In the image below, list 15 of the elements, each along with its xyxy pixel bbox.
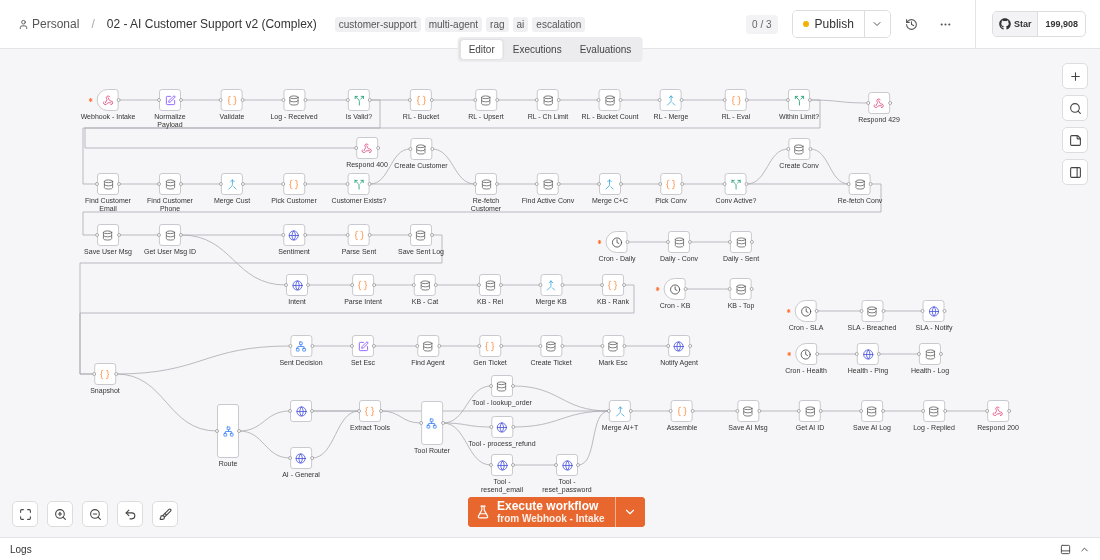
tag[interactable]: ai (512, 16, 529, 32)
view-tab[interactable]: Evaluations (571, 40, 640, 59)
view-tab[interactable]: Editor (460, 40, 503, 59)
breadcrumb-separator: / (91, 17, 95, 31)
tag[interactable]: rag (486, 16, 509, 32)
github-star-button[interactable]: Star (992, 12, 1038, 36)
tag[interactable]: multi-agent (424, 16, 483, 32)
view-tab[interactable]: Executions (504, 40, 570, 59)
tag[interactable]: escalation (532, 16, 586, 32)
owner-link[interactable]: Personal (18, 17, 80, 31)
step-counter: 0 / 3 (746, 14, 778, 34)
tag[interactable]: customer-support (334, 16, 421, 32)
star-count: 199,908 (1037, 12, 1085, 36)
workflow-title[interactable]: 02 - AI Customer Support v2 (Complex) (106, 17, 317, 31)
logs-label[interactable]: Logs (10, 543, 32, 555)
